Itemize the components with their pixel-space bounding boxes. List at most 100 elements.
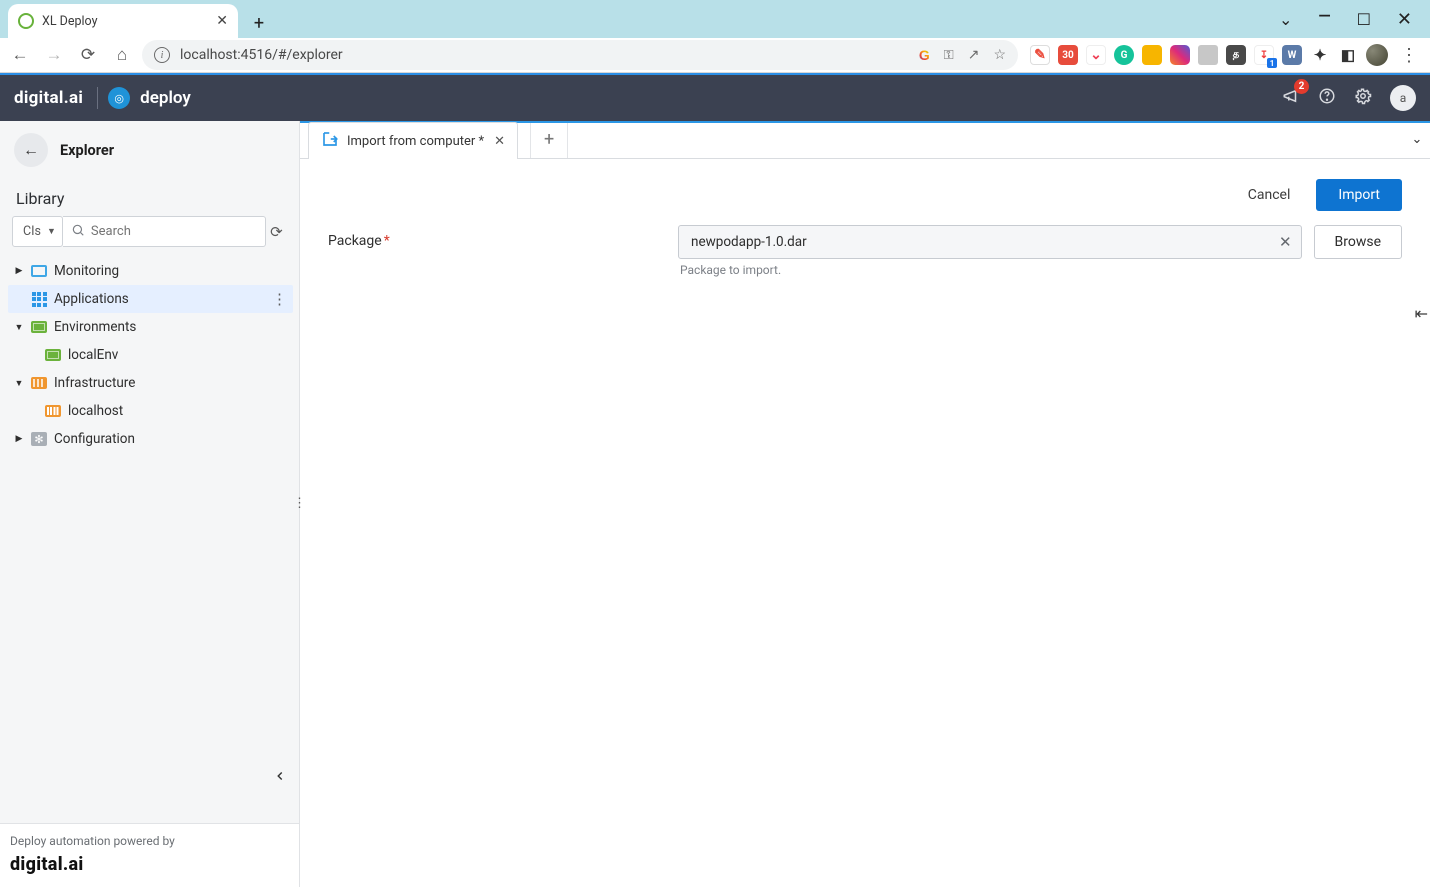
tab-title: XL Deploy: [42, 14, 98, 29]
new-tab-button[interactable]: +: [244, 8, 274, 38]
url-text: localhost:4516/#/explorer: [180, 47, 343, 63]
extensions-puzzle-icon[interactable]: ✦: [1310, 45, 1330, 65]
ext-word-icon[interactable]: W: [1282, 45, 1302, 65]
configuration-icon: ✻: [30, 431, 48, 447]
reload-icon[interactable]: ⟳: [74, 41, 102, 69]
brand-product: deploy: [140, 88, 191, 108]
browser-menu-icon[interactable]: ⋮: [1396, 45, 1422, 66]
brand-primary: digital.ai: [14, 88, 83, 108]
app-header: digital.ai ◎ deploy 2 a: [0, 73, 1430, 121]
clear-input-icon[interactable]: ✕: [1279, 233, 1292, 251]
node-label: localEnv: [68, 347, 118, 363]
close-window-icon[interactable]: ✕: [1397, 9, 1412, 30]
sidebar-header: ← Explorer: [0, 121, 299, 179]
settings-gear-icon[interactable]: [1354, 87, 1372, 109]
ext-translate-icon[interactable]: ✎: [1030, 45, 1050, 65]
sidebar-collapse-icon[interactable]: [273, 768, 287, 787]
extension-icons: ✎ 30 ⌄ G த ↧1 W ✦ ◧ ⋮: [1024, 44, 1422, 66]
sidebar-back-icon[interactable]: ←: [14, 133, 48, 167]
tree-node-configuration[interactable]: ▶ ✻ Configuration: [8, 425, 293, 453]
sidebar-search[interactable]: [63, 216, 266, 247]
right-panel-toggle-icon[interactable]: ⇤: [1415, 304, 1428, 323]
tab-close-icon[interactable]: ✕: [494, 134, 505, 149]
package-field-col: ✕ Browse Package to import.: [678, 225, 1402, 277]
workspace-add-tab-button[interactable]: +: [530, 121, 568, 158]
brand-separator: [97, 87, 98, 109]
caret-down-icon: ▼: [14, 322, 24, 333]
ext-pin-icon[interactable]: ↧1: [1254, 45, 1274, 65]
search-input[interactable]: [91, 224, 257, 239]
monitor-icon: [30, 263, 48, 279]
node-label: Configuration: [54, 431, 135, 447]
minimize-icon[interactable]: —: [1318, 6, 1330, 25]
forward-icon[interactable]: →: [40, 41, 68, 69]
browser-tabstrip: XL Deploy ✕ + ⌄ — ☐ ✕: [0, 0, 1430, 38]
node-label: localhost: [68, 403, 123, 419]
tabstrip-overflow-icon[interactable]: ⌄: [1404, 121, 1430, 158]
tree-node-infrastructure[interactable]: ▼ Infrastructure: [8, 369, 293, 397]
package-label: Package*: [328, 225, 668, 249]
dropdown-caret-icon[interactable]: ⌄: [1279, 10, 1292, 29]
ext-tamil-icon[interactable]: த: [1226, 45, 1246, 65]
package-input[interactable]: [678, 225, 1302, 259]
label-text: Package: [328, 233, 382, 249]
tree-node-localenv[interactable]: localEnv: [8, 341, 293, 369]
environments-icon: [30, 319, 48, 335]
announcements-icon[interactable]: 2: [1282, 87, 1300, 109]
notification-badge: 2: [1294, 79, 1309, 94]
ext-keep-icon[interactable]: [1142, 45, 1162, 65]
side-panel-icon[interactable]: ◧: [1338, 45, 1358, 65]
package-input-row: ✕ Browse: [678, 225, 1402, 259]
browser-tab-active[interactable]: XL Deploy ✕: [8, 4, 238, 38]
resize-handle-icon[interactable]: ⋮: [293, 496, 306, 511]
sidebar-section-label: Library: [0, 179, 299, 216]
ext-calendar-icon[interactable]: 30: [1058, 45, 1078, 65]
sidebar: ← Explorer Library CIs ▼ ⟳ ▶ Monitoring: [0, 121, 300, 887]
site-info-icon[interactable]: i: [154, 47, 170, 63]
node-label: Environments: [54, 319, 136, 335]
apps-icon: [30, 291, 48, 307]
profile-avatar-icon[interactable]: [1366, 44, 1388, 66]
main-panel: Import from computer * ✕ + ⌄ Cancel Impo…: [300, 121, 1430, 887]
google-g-icon[interactable]: G: [919, 47, 930, 63]
share-icon[interactable]: ↗: [968, 47, 980, 63]
browse-button[interactable]: Browse: [1314, 225, 1402, 259]
tree-node-localhost[interactable]: localhost: [8, 397, 293, 425]
infrastructure-icon: [30, 375, 48, 391]
star-icon[interactable]: ☆: [993, 47, 1006, 63]
refresh-tree-icon[interactable]: ⟳: [266, 223, 287, 241]
tree-node-applications[interactable]: Applications ⋮: [8, 285, 293, 313]
tree-node-monitoring[interactable]: ▶ Monitoring: [8, 257, 293, 285]
user-avatar[interactable]: a: [1390, 85, 1416, 111]
key-icon[interactable]: ⚿: [944, 48, 954, 63]
header-actions: 2 a: [1282, 85, 1416, 111]
node-more-icon[interactable]: ⋮: [272, 290, 287, 308]
filter-cis-button[interactable]: CIs ▼: [12, 216, 63, 247]
filter-label: CIs: [23, 224, 41, 239]
help-icon[interactable]: [1318, 87, 1336, 109]
tab-close-icon[interactable]: ✕: [216, 13, 228, 29]
ext-instagram-icon[interactable]: [1170, 45, 1190, 65]
maximize-icon[interactable]: ☐: [1357, 10, 1371, 29]
deploy-badge-icon: ◎: [108, 87, 130, 109]
import-button[interactable]: Import: [1316, 179, 1402, 211]
required-asterisk-icon: *: [384, 233, 390, 249]
ext-grammarly-icon[interactable]: G: [1114, 45, 1134, 65]
caret-right-icon: ▶: [14, 266, 24, 276]
tree-node-environments[interactable]: ▼ Environments: [8, 313, 293, 341]
back-icon[interactable]: ←: [6, 41, 34, 69]
package-field-row: Package* ✕ Browse Package to import.: [300, 221, 1430, 281]
ci-tree: ▶ Monitoring Applications ⋮ ▼ Environmen…: [0, 253, 299, 459]
window-controls: ⌄ — ☐ ✕: [1279, 0, 1430, 38]
brand-block[interactable]: digital.ai ◎ deploy: [14, 87, 191, 109]
workspace-tabstrip: Import from computer * ✕ + ⌄: [300, 121, 1430, 159]
cancel-button[interactable]: Cancel: [1240, 181, 1299, 209]
footer-label: Deploy automation powered by: [10, 834, 289, 848]
search-icon: [71, 222, 85, 241]
ext-pocket-icon[interactable]: ⌄: [1086, 45, 1106, 65]
workspace-tab-label: Import from computer *: [347, 134, 484, 149]
address-bar[interactable]: i localhost:4516/#/explorer G ⚿ ↗ ☆: [142, 40, 1018, 70]
workspace-tab-import[interactable]: Import from computer * ✕: [308, 122, 518, 159]
ext-generic-icon[interactable]: [1198, 45, 1218, 65]
home-icon[interactable]: ⌂: [108, 41, 136, 69]
